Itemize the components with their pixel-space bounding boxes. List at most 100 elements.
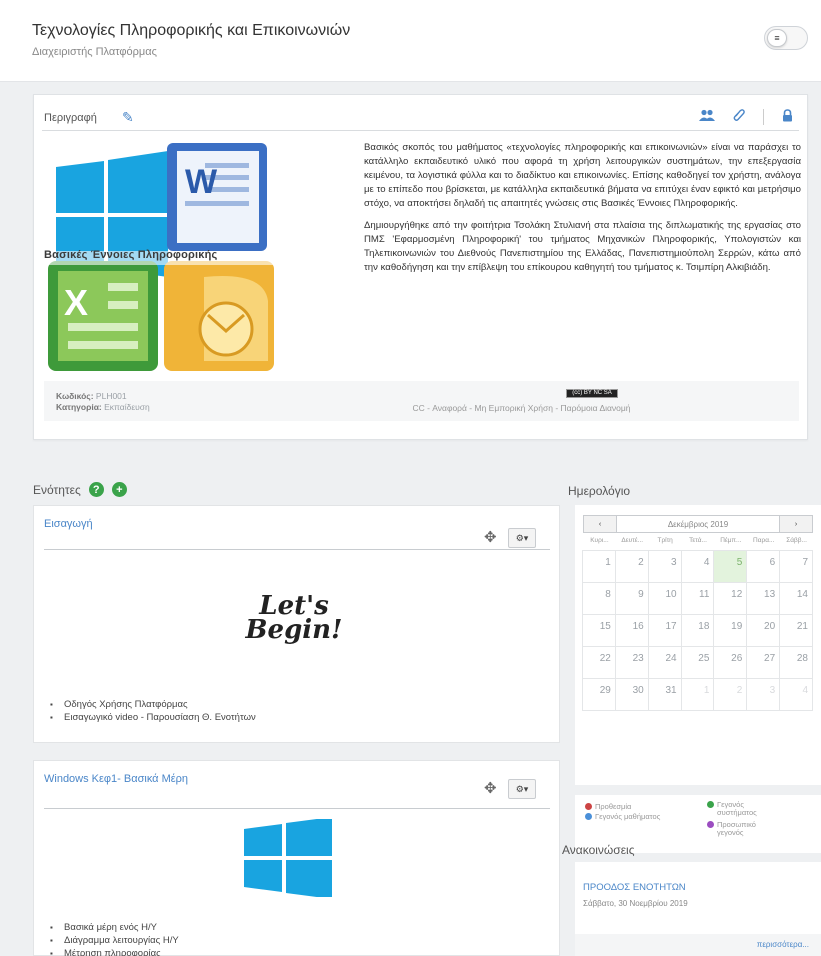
calendar-day[interactable]: 2 [713,678,748,711]
svg-text:W: W [185,163,218,201]
course-code: Κωδικός: PLH001 [56,391,127,401]
calendar-day[interactable]: 12 [713,582,748,615]
calendar-day[interactable]: 14 [779,582,813,615]
weekday-label: Παρα... [753,537,775,544]
code-label: Κωδικός: [56,391,94,401]
weekday-label: Πέμπ... [720,537,742,544]
weekday-label: Δευτέ... [621,537,644,544]
calendar-day[interactable]: 3 [647,550,682,583]
section-card: Windows Κεφ1- Βασικά Μέρη ✥ ⚙▾ Βασικά μέ… [33,760,560,956]
calendar-day[interactable]: 4 [680,550,715,583]
section-settings-button[interactable]: ⚙▾ [508,528,536,548]
calendar-grid: 1 2 3 4 5 6 7 8 9 10 11 12 13 14 15 16 17 18 19 20 21 22 23 24 2… [582,550,813,711]
calendar-day[interactable]: 19 [713,614,748,647]
calendar-day[interactable]: 17 [647,614,682,647]
calendar-title: Ημερολόγιο [568,484,631,498]
calendar-day[interactable]: 8 [582,582,616,615]
paperclip-icon[interactable] [733,108,745,125]
legend-label: Προσωπικό γεγονός [717,820,756,837]
course-header: Τεχνολογίες Πληροφορικής και Επικοινωνιώ… [0,0,821,82]
windows-logo-image [244,817,332,900]
weekday-label: Τρίτη [657,537,673,544]
calendar-day[interactable]: 22 [582,646,616,679]
view-toggle[interactable]: ≡ [764,26,808,50]
calendar-day[interactable]: 27 [746,646,781,679]
calendar-day[interactable]: 10 [647,582,682,615]
calendar-day[interactable]: 6 [746,550,781,583]
calendar-day[interactable]: 4 [779,678,813,711]
next-month-button[interactable]: › [779,515,813,533]
calendar-day[interactable]: 18 [680,614,715,647]
course-dot [585,813,592,820]
legend-label: Γεγονός μαθήματος [595,812,661,821]
edit-pencil-icon[interactable]: ✎ [122,109,134,126]
calendar-day[interactable]: 5 [713,550,748,583]
calendar-day[interactable]: 1 [680,678,715,711]
calendar-day[interactable]: 28 [779,646,813,679]
weekday-label: Κυρι... [590,537,609,544]
calendar-day[interactable]: 31 [647,678,682,711]
help-icon[interactable]: ? [88,482,104,497]
section-settings-button[interactable]: ⚙▾ [508,779,536,799]
calendar-day[interactable]: 26 [713,646,748,679]
section-link[interactable]: Εισαγωγικό video - Παρουσίαση Θ. Ενοτήτω… [64,711,256,724]
section-link[interactable]: Βασικά μέρη ενός Η/Υ [64,921,179,934]
section-link[interactable]: Μέτρηση πληροφορίας [64,947,179,956]
calendar-day[interactable]: 16 [614,614,649,647]
add-section-icon[interactable]: + [111,482,127,497]
section-title-link[interactable]: Εισαγωγή [44,518,93,530]
description-paragraph: Βασικός σκοπός του μαθήματος «τεχνολογίε… [364,142,801,209]
description-text: Βασικός σκοπός του μαθήματος «τεχνολογίε… [364,141,801,283]
calendar-weekdays: Κυρι... Δευτέ... Τρίτη Τετά... Πέμπ... Π… [583,537,813,544]
lock-icon[interactable] [782,108,793,125]
calendar-day[interactable]: 1 [582,550,616,583]
section-title-link[interactable]: Windows Κεφ1- Βασικά Μέρη [44,773,188,785]
image-text-line: Begin! [245,615,343,645]
divider [44,808,550,809]
license-text: CC - Αναφορά - Μη Εμπορική Χρήση - Παρόμ… [412,403,631,413]
prev-month-button[interactable]: ‹ [583,515,617,533]
announcement-date: Σάββατο, 30 Νοεμβρίου 2019 [583,899,688,908]
calendar-day[interactable]: 21 [779,614,813,647]
calendar-day[interactable]: 15 [582,614,616,647]
calendar-day[interactable]: 11 [680,582,715,615]
calendar-day[interactable]: 2 [614,550,649,583]
svg-text:X: X [64,282,88,323]
calendar-day[interactable]: 7 [779,550,813,583]
move-icon[interactable]: ✥ [484,528,497,546]
course-meta: Κωδικός: PLH001 Κατηγορία: Εκπαίδευση (c… [44,381,799,421]
calendar-nav: ‹ Δεκέμβριος 2019 › [583,515,813,533]
cc-license-badge[interactable]: (cc) BY NC SA [566,389,618,398]
list-icon: ≡ [767,29,787,47]
deadline-dot [585,803,592,810]
more-link[interactable]: περισσότερα... [757,940,809,949]
calendar-day[interactable]: 24 [647,646,682,679]
move-icon[interactable]: ✥ [484,779,497,797]
section-link[interactable]: Οδηγός Χρήσης Πλατφόρμας [64,698,256,711]
description-panel: Περιγραφή ✎ W X Βασικές Έννοιες Πληροφορ… [33,94,808,440]
divider [763,108,764,125]
calendar-day[interactable]: 20 [746,614,781,647]
system-dot [707,801,714,808]
users-icon[interactable] [699,109,715,125]
section-links: Οδηγός Χρήσης Πλατφόρμας Εισαγωγικό vide… [64,698,256,724]
legend-label: Γεγονός συστήματος [717,800,757,817]
calendar-day[interactable]: 13 [746,582,781,615]
calendar-day[interactable]: 25 [680,646,715,679]
calendar-day[interactable]: 3 [746,678,781,711]
description-paragraph: Δημιουργήθηκε από την φοιτήτρια Τσολάκη … [364,220,801,273]
course-title: Τεχνολογίες Πληροφορικής και Επικοινωνιώ… [32,22,351,39]
course-logo-image: W X Βασικές Έννοιες Πληροφορικής [42,139,292,374]
calendar-day[interactable]: 23 [614,646,649,679]
announcement-title[interactable]: ΠΡΟΟΔΟΣ ΕΝΟΤΗΤΩΝ [583,882,686,893]
divider [44,549,550,550]
calendar-day[interactable]: 9 [614,582,649,615]
section-card: Εισαγωγή ✥ ⚙▾ Let's Begin! Οδηγός Χρήσης… [33,505,560,743]
personal-dot [707,821,714,828]
calendar-day[interactable]: 30 [614,678,649,711]
section-link[interactable]: Διάγραμμα λειτουργίας Η/Υ [64,934,179,947]
section-links: Βασικά μέρη ενός Η/Υ Διάγραμμα λειτουργί… [64,921,179,956]
sections-title: Ενότητες [33,482,81,497]
calendar-day[interactable]: 29 [582,678,616,711]
description-label: Περιγραφή [44,112,97,124]
